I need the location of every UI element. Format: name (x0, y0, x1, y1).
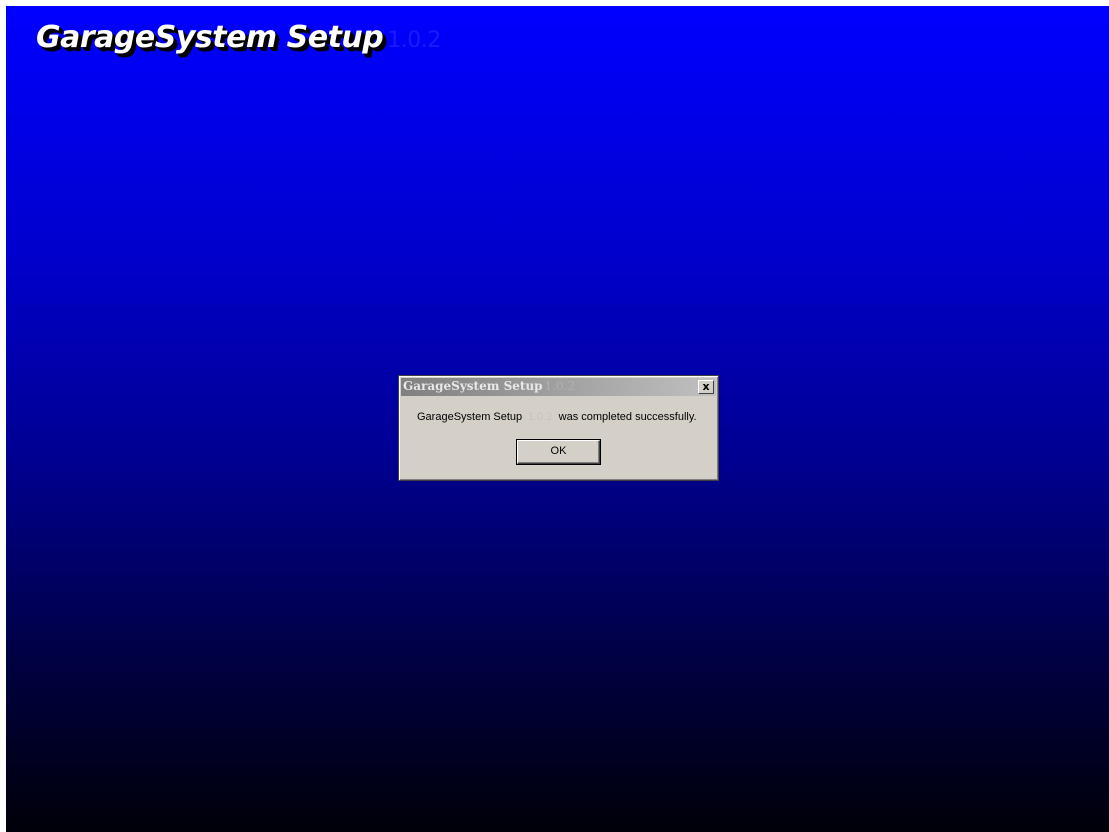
dialog-titlebar[interactable]: GarageSystem Setup 1.0.2 x (401, 378, 716, 396)
close-icon: x (702, 380, 710, 393)
dialog-title-text: GarageSystem Setup (403, 379, 543, 393)
completion-dialog: GarageSystem Setup 1.0.2 x GarageSystem S… (398, 375, 719, 481)
dialog-message: GarageSystem Setup 1.0.2 was completed suc… (417, 411, 697, 423)
setup-banner-title-text: GarageSystem Setup (36, 20, 384, 55)
dialog-title: GarageSystem Setup 1.0.2 (403, 379, 575, 393)
message-status: was completed successfully. (558, 411, 697, 423)
message-version: 1.0.2 (528, 411, 553, 423)
setup-banner-title: GarageSystem Setup 1.0.2 (36, 20, 441, 55)
dialog-title-version: 1.0.2 (544, 379, 576, 393)
setup-banner-version: 1.0.2 (387, 28, 441, 53)
ok-button[interactable]: OK (516, 439, 601, 465)
close-button[interactable]: x (698, 380, 714, 394)
message-product: GarageSystem Setup (417, 411, 523, 423)
installer-background: GarageSystem Setup 1.0.2 GarageSystem Set… (6, 6, 1109, 832)
